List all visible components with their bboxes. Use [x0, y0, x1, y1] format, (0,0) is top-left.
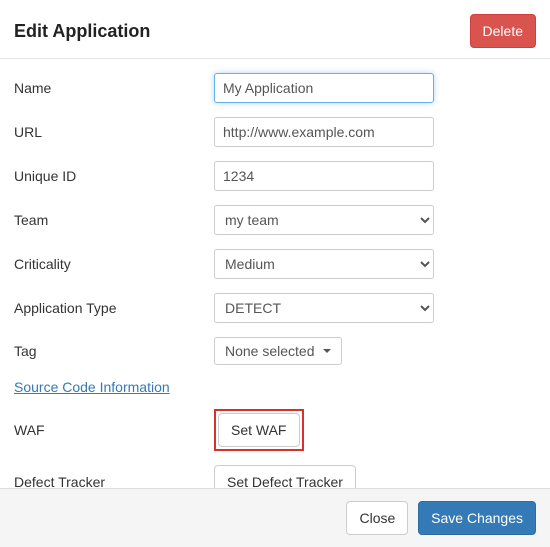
caret-down-icon: [323, 349, 331, 353]
label-waf: WAF: [14, 422, 214, 438]
label-team: Team: [14, 212, 214, 228]
label-criticality: Criticality: [14, 256, 214, 272]
label-application-type: Application Type: [14, 300, 214, 316]
label-name: Name: [14, 80, 214, 96]
name-input[interactable]: [214, 73, 434, 103]
tag-dropdown[interactable]: None selected: [214, 337, 342, 365]
row-criticality: Criticality Medium: [14, 249, 536, 279]
tag-value: None selected: [225, 343, 315, 359]
close-button[interactable]: Close: [346, 501, 408, 535]
row-name: Name: [14, 73, 536, 103]
delete-button[interactable]: Delete: [470, 14, 536, 48]
waf-highlight: Set WAF: [214, 409, 304, 451]
row-waf: WAF Set WAF: [14, 409, 536, 451]
url-input[interactable]: [214, 117, 434, 147]
row-application-type: Application Type DETECT: [14, 293, 536, 323]
row-tag: Tag None selected: [14, 337, 536, 365]
row-url: URL: [14, 117, 536, 147]
application-type-select[interactable]: DETECT: [214, 293, 434, 323]
set-waf-button[interactable]: Set WAF: [218, 413, 300, 447]
row-team: Team my team: [14, 205, 536, 235]
source-code-info-link[interactable]: Source Code Information: [14, 379, 170, 395]
label-unique-id: Unique ID: [14, 168, 214, 184]
label-url: URL: [14, 124, 214, 140]
save-changes-button[interactable]: Save Changes: [418, 501, 536, 535]
unique-id-input[interactable]: [214, 161, 434, 191]
label-tag: Tag: [14, 343, 214, 359]
modal-footer: Close Save Changes: [0, 488, 550, 547]
criticality-select[interactable]: Medium: [214, 249, 434, 279]
team-select[interactable]: my team: [214, 205, 434, 235]
modal-header: Edit Application Delete: [0, 0, 550, 59]
modal-body: Name URL Unique ID Team my team Critical…: [0, 59, 550, 523]
modal-title: Edit Application: [14, 21, 150, 42]
row-unique-id: Unique ID: [14, 161, 536, 191]
